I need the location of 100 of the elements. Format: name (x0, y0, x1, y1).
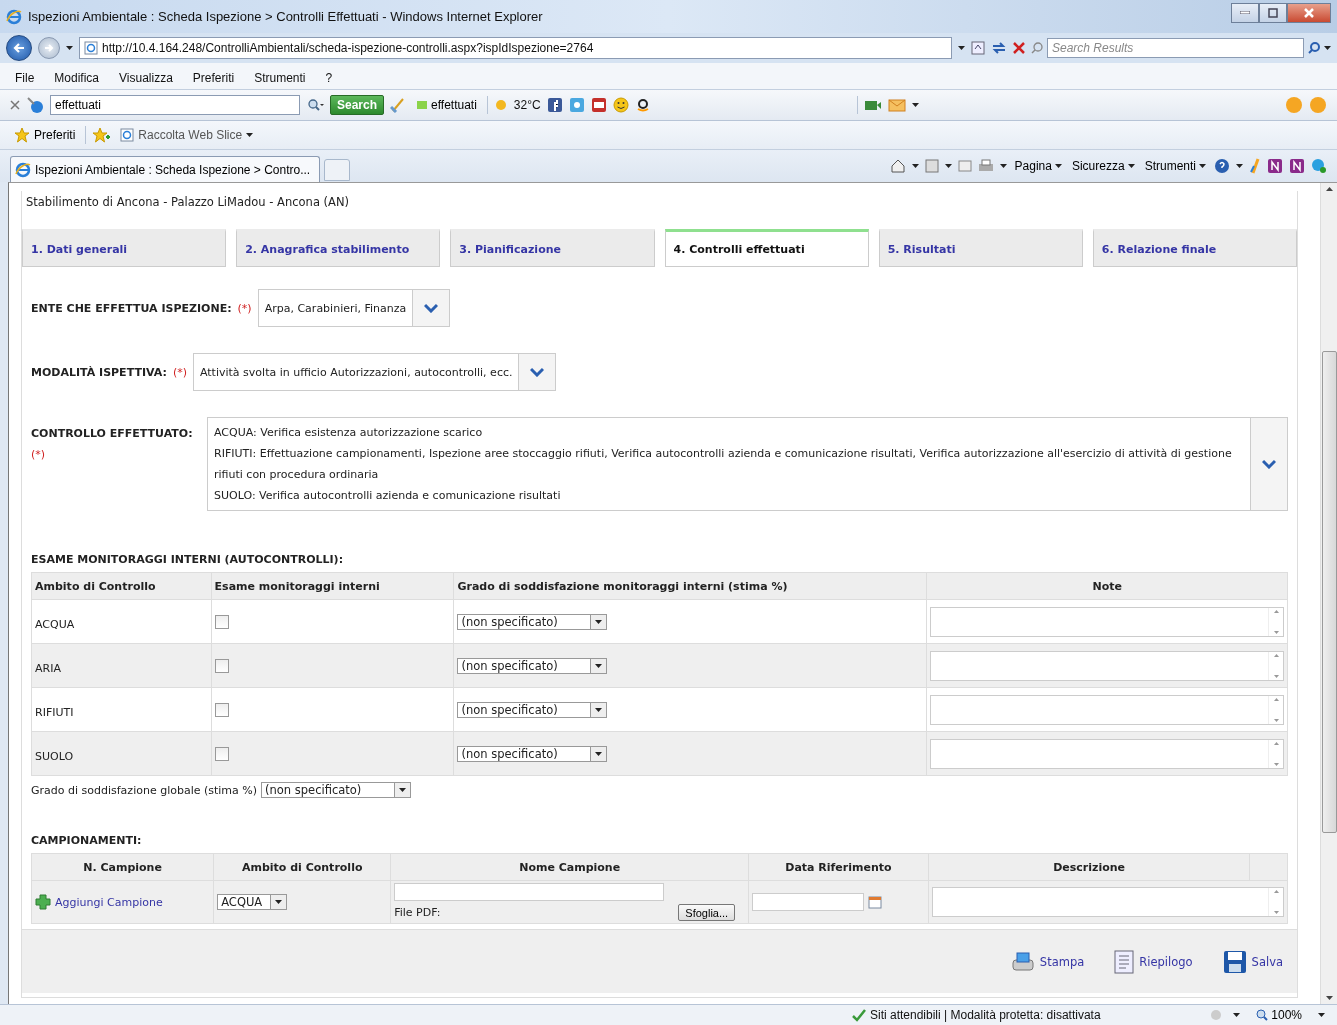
search-icon[interactable] (1308, 42, 1320, 54)
scroll-down-icon (1273, 762, 1279, 766)
highlight-button[interactable]: effettuati (412, 98, 481, 112)
new-tab-button[interactable] (324, 159, 350, 181)
calendar-icon[interactable] (868, 895, 883, 909)
scroll-up-icon (1273, 741, 1279, 745)
tab[interactable]: 6. Relazione finale (1092, 229, 1298, 267)
checkbox[interactable] (214, 746, 229, 761)
zoom-button[interactable]: 100% (1250, 1007, 1308, 1023)
sample-name-field[interactable] (394, 883, 665, 901)
camera-icon[interactable] (863, 98, 882, 112)
field-label: MODALITÀ ISPETTIVA: (31, 365, 167, 379)
close-icon (1304, 7, 1314, 18)
action-button[interactable]: Riepilogo (1114, 949, 1193, 974)
required-mark: (*) (172, 365, 187, 379)
smiley-icon[interactable] (612, 97, 629, 113)
multi-select-field[interactable] (207, 417, 1288, 511)
minimize-button[interactable] (1231, 2, 1259, 23)
menu-item[interactable]: Preferiti (189, 70, 238, 86)
broom-icon[interactable] (390, 97, 407, 113)
action-button[interactable]: Salva (1222, 949, 1283, 974)
command-menu-button[interactable]: Sicurezza (1069, 157, 1137, 175)
menu-item[interactable]: Visualizza (116, 70, 176, 86)
stop-icon[interactable] (1013, 42, 1025, 54)
description-field[interactable] (931, 887, 1284, 917)
caret-icon (1233, 1013, 1241, 1017)
dropdown-arrow-icon (595, 663, 603, 668)
field-label: CONTROLLO EFFETTUATO: (*) (31, 426, 194, 463)
note-field[interactable] (930, 650, 1284, 681)
control-line: ACQUA: Verifica esistenza autorizzazione scarico (214, 425, 484, 441)
close-icon[interactable] (10, 100, 20, 110)
home-icon[interactable] (889, 158, 906, 174)
command-menu-button[interactable]: Pagina (1012, 157, 1064, 175)
tab[interactable]: 5. Risultati (878, 229, 1083, 267)
tab[interactable]: 4. Controlli effettuati (664, 229, 869, 267)
date-field[interactable] (752, 893, 865, 911)
web-slice-button[interactable]: Raccolta Web Slice (116, 126, 258, 144)
dropdown[interactable]: ACQUA (217, 894, 288, 910)
column-header: Descrizione (928, 853, 1250, 881)
required-mark: (*) (237, 301, 252, 315)
star-icon (14, 127, 30, 143)
dropdown[interactable]: (non specificato) (457, 613, 608, 630)
menu-item[interactable]: Strumenti (251, 70, 309, 86)
search-icon[interactable] (306, 98, 324, 112)
notebook-icon[interactable] (1289, 158, 1305, 174)
highlighter-icon (416, 99, 429, 111)
refresh-icon[interactable] (991, 41, 1007, 55)
table-cell: SUOLO (31, 731, 212, 776)
tab[interactable]: 2. Anagrafica stabilimento (236, 229, 441, 267)
search-field[interactable]: Search Results (1047, 38, 1304, 58)
toolbar-search-field[interactable]: effettuati (50, 95, 300, 115)
close-button[interactable] (1287, 2, 1331, 23)
select-field[interactable]: Attività svolta in ufficio Autorizzazioni, autocontrolli, ecc. (192, 353, 557, 391)
printer-icon (1010, 950, 1035, 973)
section-title: ESAME MONITORAGGI INTERNI (AUTOCONTROLLI): (31, 553, 345, 566)
action-button[interactable]: Stampa (1010, 950, 1085, 973)
dropdown-arrow-icon (595, 707, 603, 712)
help-icon[interactable] (1214, 158, 1230, 174)
scroll-up-icon (1325, 187, 1333, 191)
scroll-down-icon (1273, 630, 1279, 634)
note-field[interactable] (930, 738, 1284, 769)
dropdown[interactable]: (non specificato) (457, 657, 608, 674)
restore-button[interactable] (1259, 2, 1287, 23)
browse-button[interactable]: Sfoglia... (678, 904, 736, 921)
caret-icon (999, 164, 1007, 168)
checkbox[interactable] (214, 658, 229, 673)
table-cell: RIFIUTI (31, 687, 212, 732)
dropdown[interactable]: (non specificato) (457, 701, 608, 718)
menu-item[interactable]: ? (322, 70, 336, 86)
dropdown[interactable]: (non specificato) (457, 745, 608, 762)
note-field[interactable] (930, 694, 1284, 725)
back-button[interactable] (6, 35, 32, 61)
pencil-icon[interactable] (1249, 158, 1261, 174)
printer-icon[interactable] (977, 159, 994, 173)
scroll-up-icon (1273, 609, 1279, 613)
checkbox[interactable] (214, 614, 229, 629)
scrollbar[interactable] (1320, 183, 1337, 1004)
arrow-left-icon (13, 42, 25, 54)
column-header: Data Riferimento (748, 853, 929, 881)
menu-item[interactable]: Modifica (51, 70, 103, 86)
notebook-icon[interactable] (1267, 158, 1283, 174)
command-menu-button[interactable]: Strumenti (1142, 157, 1208, 175)
address-field[interactable]: http://10.4.164.248/ControlliAmbientali/scheda-ispezione-controlli.aspx?ispIdIspezione=2764 (79, 37, 952, 59)
dropdown[interactable]: (non specificato) (261, 782, 412, 798)
forward-button[interactable] (38, 37, 60, 59)
checkbox[interactable] (214, 702, 229, 717)
tab[interactable]: 1. Dati generali (22, 229, 227, 267)
caret-icon (911, 103, 919, 107)
add-favorite-icon[interactable] (92, 127, 111, 143)
tab[interactable]: 3. Pianificazione (450, 229, 655, 267)
menu-item[interactable]: File (12, 70, 38, 86)
favorites-button[interactable]: Preferiti (10, 125, 80, 145)
caret-icon (66, 46, 73, 50)
browser-tab[interactable]: Ispezioni Ambientale : Scheda Ispezione > Contro... (10, 156, 320, 182)
status-text: Siti attendibili | Modalità protetta: disattivata (870, 1008, 1101, 1022)
select-field[interactable]: Arpa, Carabinieri, Finanza (257, 289, 451, 327)
note-field[interactable] (930, 606, 1284, 637)
column-header: Grado di soddisfazione monitoraggi interni (stima %) (453, 572, 927, 600)
field-label: File PDF: (394, 906, 441, 919)
caret-icon (1324, 46, 1331, 50)
